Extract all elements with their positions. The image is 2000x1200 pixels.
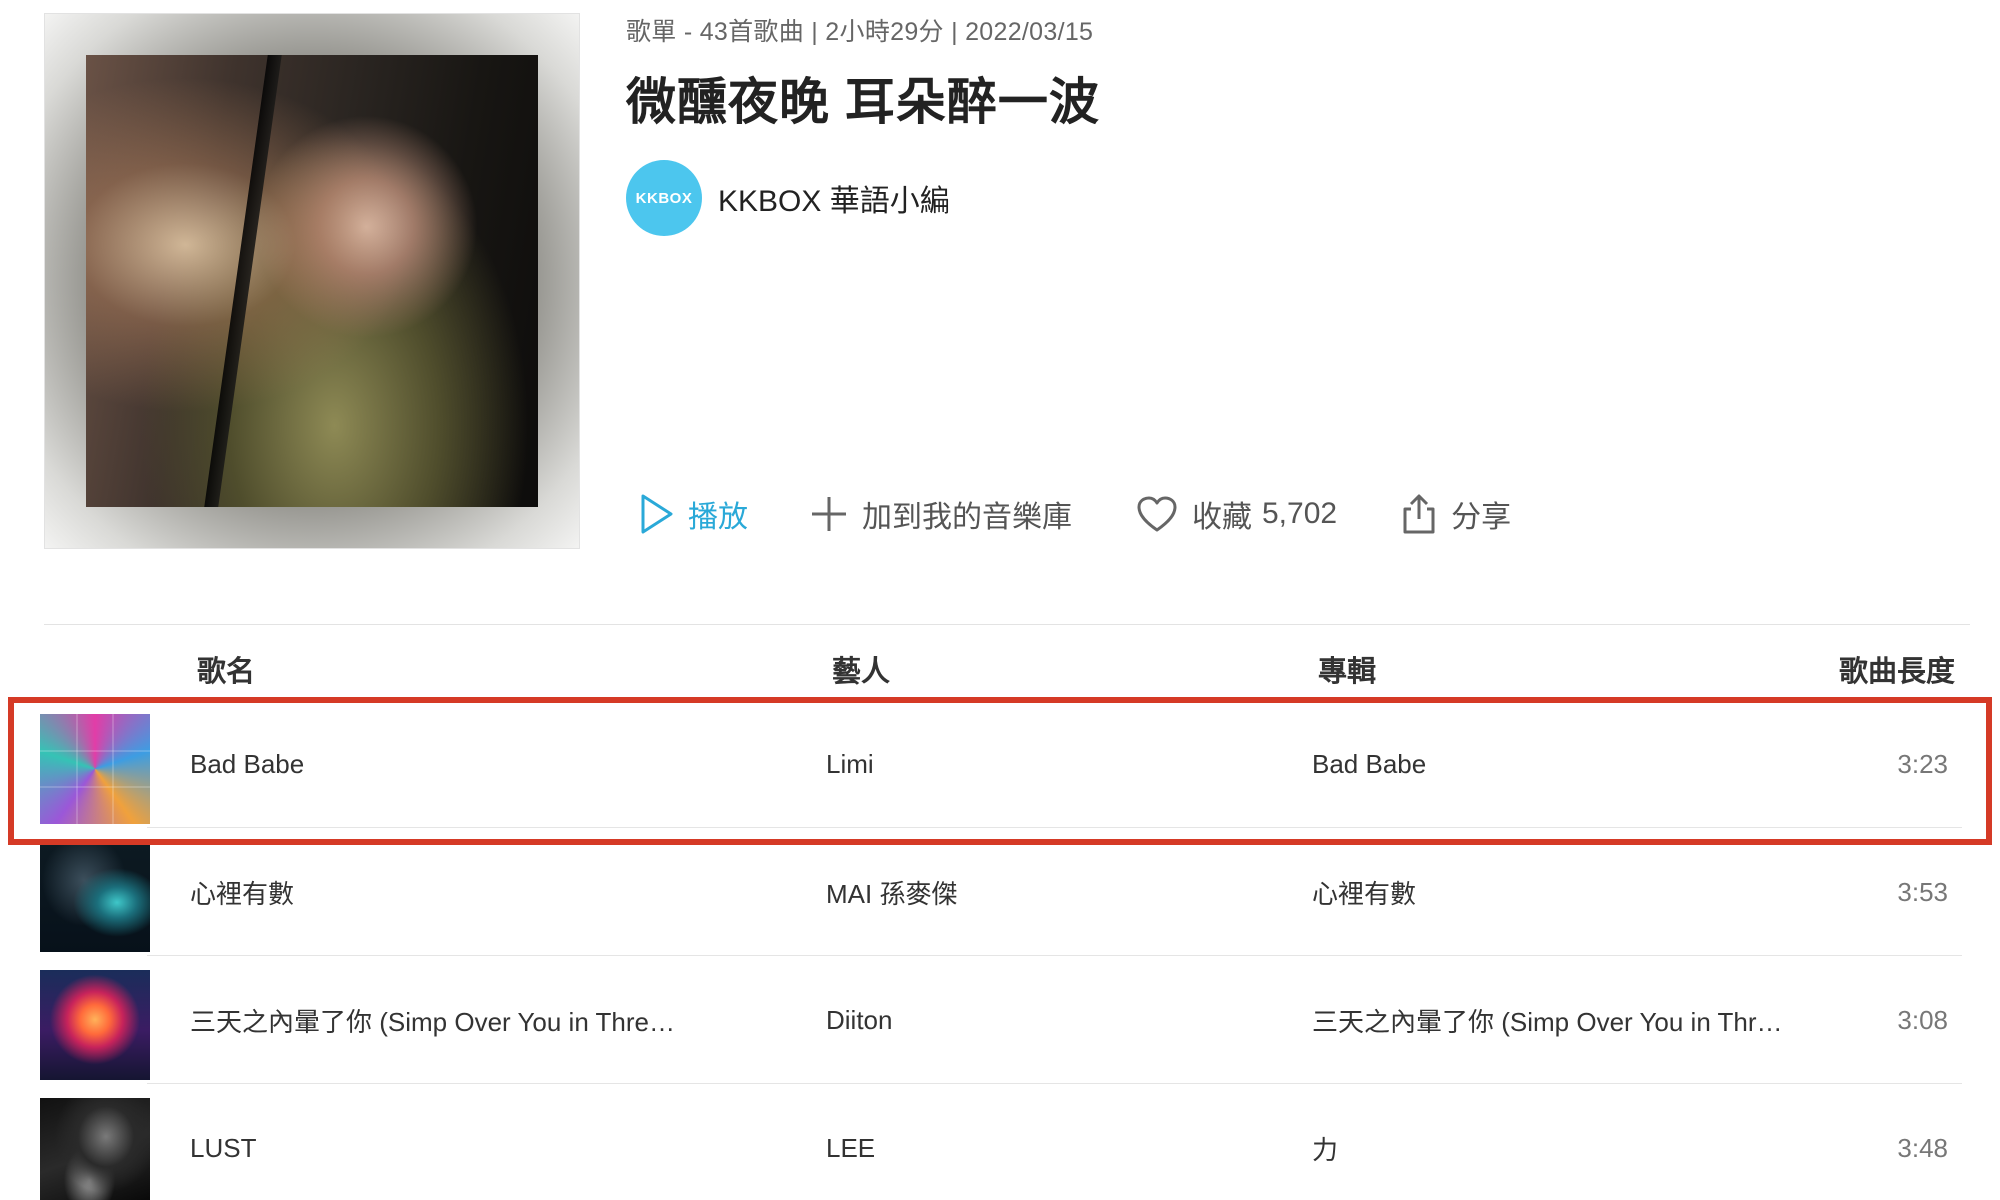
play-label: 播放 [688,501,748,534]
curator[interactable]: KKBOX KKBOX 華語小編 [626,160,950,236]
album-thumbnail[interactable] [40,842,150,952]
album-thumbnail[interactable] [40,714,150,824]
song-title[interactable]: 心裡有數 [190,828,790,956]
playlist-meta: 歌單 - 43首歌曲 | 2小時29分 | 2022/03/15 [626,18,1094,46]
play-icon [641,494,673,534]
plus-icon [812,497,846,531]
cover-frame-detail [204,55,282,507]
playlist-cover [44,13,580,549]
add-to-library-label: 加到我的音樂庫 [862,501,1072,534]
song-title[interactable]: LUST [190,1084,790,1200]
playlist-page: 歌單 - 43首歌曲 | 2小時29分 | 2022/03/15 微醺夜晚 耳朵… [0,0,2000,1200]
song-row[interactable]: 心裡有數 MAI 孫麥傑 心裡有數 3:53 [0,828,2000,956]
song-length: 3:08 [1897,1004,1948,1035]
favorite-count: 5,702 [1262,497,1338,530]
song-row[interactable]: Bad Babe Limi Bad Babe 3:23 [0,700,2000,828]
playlist-title: 微醺夜晚 耳朵醉一波 [626,74,1100,130]
favorite-label: 收藏 [1192,501,1252,534]
share-button[interactable]: 分享 [1401,492,1511,536]
song-artist[interactable]: Diiton [826,956,1266,1084]
column-header-artist[interactable]: 藝人 [832,648,890,690]
song-length: 3:53 [1897,876,1948,907]
column-header-album[interactable]: 專輯 [1318,648,1376,690]
column-header-title[interactable]: 歌名 [197,648,255,690]
song-artist[interactable]: MAI 孫麥傑 [826,828,1266,956]
song-album[interactable]: 力 [1312,1084,1812,1200]
song-row[interactable]: 三天之內暈了你 (Simp Over You in Thre… Diiton 三… [0,956,2000,1084]
song-row[interactable]: LUST LEE 力 3:48 [0,1084,2000,1200]
column-header-length[interactable]: 歌曲長度 [1839,648,1955,690]
song-album[interactable]: 三天之內暈了你 (Simp Over You in Thr… [1312,956,1812,1084]
table-divider [44,624,1970,625]
song-title[interactable]: 三天之內暈了你 (Simp Over You in Thre… [190,956,790,1084]
song-length: 3:48 [1897,1132,1948,1163]
heart-icon [1137,496,1177,532]
song-artist[interactable]: Limi [826,700,1266,828]
kkbox-logo-icon[interactable]: KKBOX [626,160,702,236]
album-thumbnail[interactable] [40,970,150,1080]
song-album[interactable]: 心裡有數 [1312,828,1812,956]
play-button[interactable]: 播放 [640,492,748,536]
playlist-cover-image [86,55,538,507]
favorite-button[interactable]: 收藏 5,702 [1136,492,1337,536]
action-bar: 播放 加到我的音樂庫 收藏 5,702 分享 [640,488,1575,540]
share-icon [1403,494,1435,534]
share-label: 分享 [1451,501,1512,534]
song-title[interactable]: Bad Babe [190,700,790,828]
song-length: 3:23 [1897,748,1948,779]
add-to-library-button[interactable]: 加到我的音樂庫 [810,492,1072,536]
album-thumbnail[interactable] [40,1098,150,1200]
song-album[interactable]: Bad Babe [1312,700,1812,828]
curator-name[interactable]: KKBOX 華語小編 [718,176,950,220]
song-artist[interactable]: LEE [826,1084,1266,1200]
song-table-header: 歌名 藝人 專輯 歌曲長度 [0,648,2000,688]
